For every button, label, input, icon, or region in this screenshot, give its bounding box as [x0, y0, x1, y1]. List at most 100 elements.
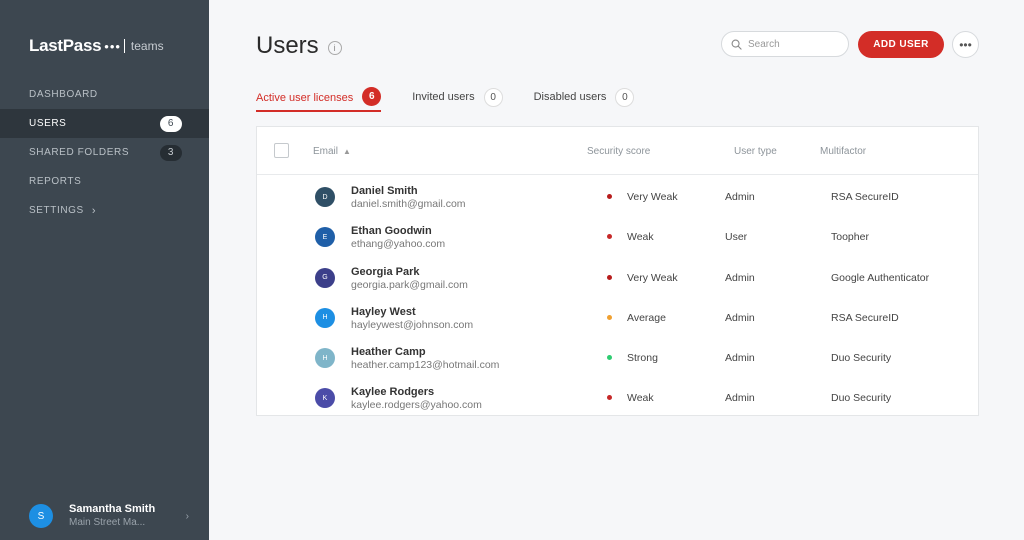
- security-score-dot: [607, 194, 612, 199]
- user-name: Georgia Park: [351, 265, 420, 278]
- sidebar-item-settings[interactable]: SETTINGS ›: [0, 196, 209, 225]
- security-score-dot: [607, 395, 612, 401]
- avatar: S: [29, 504, 53, 528]
- multifactor: RSA SecureID: [831, 311, 899, 324]
- user-name: Hayley West: [351, 305, 416, 318]
- security-score-dot: [607, 234, 612, 240]
- table-row[interactable]: H Hayley West hayleywest@johnson.com Ave…: [257, 297, 978, 337]
- sidebar-item-label: SHARED FOLDERS: [29, 147, 130, 158]
- account-switcher[interactable]: S Samantha Smith Main Street Ma... ›: [29, 502, 189, 530]
- avatar: E: [315, 227, 335, 248]
- account-org: Main Street Ma...: [69, 517, 146, 528]
- security-score-dot: [607, 314, 612, 320]
- tab-disabled-users[interactable]: Disabled users 0: [534, 86, 635, 108]
- security-score: Strong: [627, 352, 658, 365]
- table-row[interactable]: E Ethan Goodwin ethang@yahoo.com Weak Us…: [257, 216, 978, 256]
- logo-sub: teams: [130, 39, 164, 53]
- sidebar-item-label: REPORTS: [29, 176, 82, 187]
- sidebar-nav: DASHBOARD USERS 6 SHARED FOLDERS 3 REPOR…: [0, 80, 209, 225]
- user-type: Admin: [725, 392, 755, 405]
- user-email: heather.camp123@hotmail.com: [351, 359, 500, 372]
- tab-active-user-licenses[interactable]: Active user licenses 6: [256, 86, 382, 112]
- page-title-text: Users: [256, 32, 319, 59]
- avatar: D: [315, 187, 335, 207]
- table-row[interactable]: K Kaylee Rodgers kaylee.rodgers@yahoo.co…: [257, 377, 978, 417]
- table-row[interactable]: H Heather Camp heather.camp123@hotmail.c…: [257, 337, 978, 377]
- sidebar: LastPass ••• teams DASHBOARD USERS 6 SHA…: [0, 0, 209, 540]
- avatar: H: [315, 348, 335, 369]
- user-type: Admin: [725, 352, 755, 365]
- security-score-dot: [607, 274, 612, 280]
- user-email: georgia.park@gmail.com: [351, 278, 468, 291]
- sidebar-item-label: DASHBOARD: [29, 89, 98, 100]
- sidebar-item-dashboard[interactable]: DASHBOARD: [0, 80, 209, 109]
- table-header: Email ▲ Security score User type Multifac…: [257, 127, 978, 175]
- security-score-dot: [607, 355, 612, 361]
- tab-label: Disabled users: [533, 91, 607, 103]
- search-icon: [731, 39, 742, 50]
- page-title: Users i: [256, 32, 342, 60]
- tab-label: Invited users: [412, 91, 475, 103]
- logo-dots: •••: [104, 38, 121, 54]
- user-type: Admin: [725, 271, 755, 284]
- users-count-badge: 6: [160, 115, 182, 132]
- lastpass-logo[interactable]: LastPass ••• teams: [29, 36, 164, 56]
- user-email: kaylee.rodgers@yahoo.com: [351, 399, 482, 412]
- account-name: Samantha Smith: [69, 503, 156, 515]
- avatar: K: [315, 388, 335, 409]
- user-email: hayleywest@johnson.com: [351, 318, 474, 331]
- security-score: Very Weak: [627, 191, 678, 203]
- user-tabs: Active user licenses 6 Invited users 0 D…: [256, 86, 665, 112]
- user-type: Admin: [725, 311, 755, 324]
- sidebar-item-shared-folders[interactable]: SHARED FOLDERS 3: [0, 138, 209, 167]
- table-row[interactable]: G Georgia Park georgia.park@gmail.com Ve…: [257, 257, 978, 297]
- column-user-type[interactable]: User type: [734, 146, 777, 157]
- chevron-right-icon: ›: [185, 510, 189, 522]
- column-multifactor[interactable]: Multifactor: [820, 146, 866, 157]
- column-email[interactable]: Email ▲: [313, 146, 351, 157]
- select-all-checkbox[interactable]: [274, 143, 289, 158]
- table-body: D Daniel Smith daniel.smith@gmail.com Ve…: [257, 175, 978, 418]
- logo-text: LastPass: [29, 36, 102, 55]
- search-box[interactable]: [721, 31, 849, 57]
- avatar: H: [315, 307, 335, 328]
- user-name: Ethan Goodwin: [351, 225, 432, 238]
- logo-divider: [123, 39, 125, 53]
- tab-count-badge: 6: [362, 86, 382, 106]
- info-icon[interactable]: i: [327, 41, 342, 55]
- sort-ascending-icon: ▲: [343, 147, 351, 156]
- security-score: Average: [627, 311, 666, 324]
- security-score: Very Weak: [627, 271, 678, 284]
- multifactor: Toopher: [831, 231, 869, 244]
- sidebar-item-reports[interactable]: REPORTS: [0, 167, 209, 196]
- users-table: Email ▲ Security score User type Multifac…: [256, 126, 979, 416]
- security-score: Weak: [627, 392, 654, 405]
- multifactor: RSA SecureID: [831, 191, 899, 203]
- multifactor: Duo Security: [831, 352, 892, 365]
- user-type: User: [725, 231, 748, 244]
- user-name: Heather Camp: [351, 346, 426, 359]
- user-name: Kaylee Rodgers: [351, 386, 435, 399]
- user-email: daniel.smith@gmail.com: [351, 198, 466, 210]
- tab-invited-users[interactable]: Invited users 0: [412, 86, 503, 108]
- user-type: Admin: [725, 191, 755, 203]
- tab-label: Active user licenses: [256, 92, 354, 104]
- sidebar-item-users[interactable]: USERS 6: [0, 109, 209, 138]
- chevron-right-icon: ›: [91, 204, 97, 217]
- shared-folders-count-badge: 3: [160, 144, 182, 161]
- user-name: Daniel Smith: [351, 185, 418, 197]
- search-input[interactable]: [748, 38, 843, 50]
- sidebar-item-label: USERS: [29, 118, 67, 129]
- tab-count-badge: 0: [483, 87, 503, 107]
- user-email: ethang@yahoo.com: [351, 238, 446, 251]
- sidebar-item-label: SETTINGS: [29, 205, 84, 216]
- tab-count-badge: 0: [615, 87, 635, 107]
- column-security-score[interactable]: Security score: [587, 146, 650, 157]
- table-row[interactable]: D Daniel Smith daniel.smith@gmail.com Ve…: [257, 176, 978, 216]
- more-options-icon[interactable]: •••: [952, 31, 979, 58]
- multifactor: Google Authenticator: [831, 271, 930, 284]
- avatar: G: [315, 267, 335, 288]
- multifactor: Duo Security: [831, 392, 892, 405]
- security-score: Weak: [627, 231, 654, 244]
- add-user-button[interactable]: ADD USER: [858, 31, 944, 58]
